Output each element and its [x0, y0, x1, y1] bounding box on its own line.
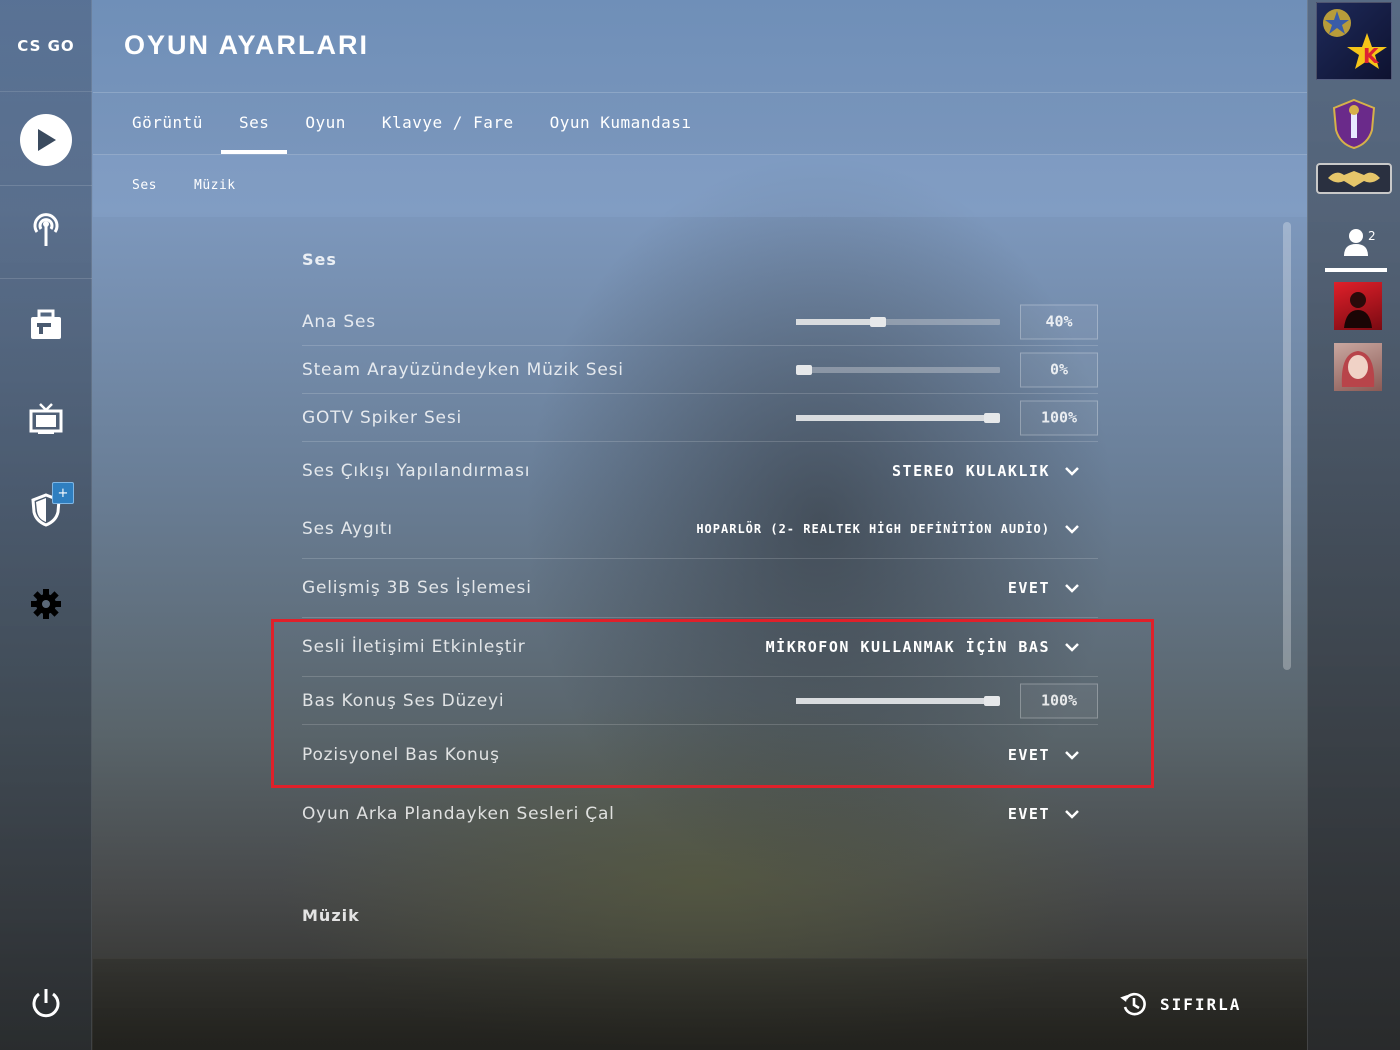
section-title-sound: Ses: [302, 250, 337, 269]
tab-controller[interactable]: Oyun Kumandası: [532, 92, 710, 154]
slider-thumb[interactable]: [984, 412, 1000, 423]
dropdown-value: EVET: [1007, 579, 1050, 597]
dropdown-value: STEREO KULAKLIK: [892, 462, 1050, 480]
settings-tabs: Görüntü Ses Oyun Klavye / Fare Oyun Kuma…: [114, 92, 709, 154]
power-icon: [32, 989, 60, 1018]
advanced-3d-audio-dropdown[interactable]: EVET: [1008, 579, 1080, 597]
master-volume-value[interactable]: 40%: [1020, 304, 1098, 339]
watch-button[interactable]: [0, 384, 92, 454]
chevron-down-icon: [1065, 525, 1079, 534]
friend-avatar[interactable]: [1334, 343, 1382, 391]
audio-output-dropdown[interactable]: STEREO KULAKLIK: [892, 462, 1080, 480]
new-item-badge: +: [52, 482, 74, 504]
page-title: OYUN AYARLARI: [124, 30, 370, 60]
highlight-box: [271, 619, 1154, 788]
setting-label: Ses Çıkışı Yapılandırması: [302, 461, 531, 481]
subtab-music[interactable]: Müzik: [194, 178, 236, 193]
eagle-rank-icon: [1316, 163, 1392, 194]
dropdown-value: HOPARLÖR (2- REALTEK HİGH DEFİNİTİON AUD…: [696, 522, 1050, 536]
setting-row-advanced-3d-audio: Gelişmiş 3B Ses İşlemesi EVET: [302, 559, 1098, 618]
tab-game[interactable]: Oyun: [287, 92, 364, 154]
subtab-sound[interactable]: Ses: [132, 178, 157, 193]
play-sounds-background-dropdown[interactable]: EVET: [1008, 805, 1080, 823]
setting-row-gotv-caster-volume: GOTV Spiker Sesi 100%: [302, 394, 1098, 442]
setting-row-audio-output: Ses Çıkışı Yapılandırması STEREO KULAKLI…: [302, 442, 1098, 500]
reset-button[interactable]: SIFIRLA: [1120, 990, 1241, 1018]
csgo-logo[interactable]: CS GO: [0, 0, 92, 92]
steam-music-volume-slider[interactable]: [796, 364, 1000, 375]
reset-label: SIFIRLA: [1160, 994, 1242, 1014]
setting-label: Ses Aygıtı: [302, 519, 393, 539]
steam-music-volume-value[interactable]: 0%: [1020, 352, 1098, 387]
broadcast-icon: [33, 213, 59, 246]
gotv-caster-volume-slider[interactable]: [796, 412, 1000, 423]
tv-icon: [29, 403, 63, 434]
gear-icon: [31, 589, 61, 619]
avatar-image-icon: [1344, 292, 1372, 328]
setting-row-audio-device: Ses Aygıtı HOPARLÖR (2- REALTEK HİGH DEF…: [302, 500, 1098, 559]
left-nav: CS GO +: [0, 0, 92, 1050]
inventory-button[interactable]: [0, 290, 92, 360]
audio-device-dropdown[interactable]: HOPARLÖR (2- REALTEK HİGH DEFİNİTİON AUD…: [696, 522, 1080, 536]
play-button[interactable]: [0, 105, 92, 175]
dropdown-value: EVET: [1007, 804, 1050, 823]
section-title-music: Müzik: [302, 906, 360, 925]
friends-tab-indicator: [1325, 268, 1387, 272]
profile-rank-badge[interactable]: K: [1316, 2, 1392, 80]
setting-label: GOTV Spiker Sesi: [302, 407, 462, 428]
friends-button[interactable]: [1342, 227, 1370, 261]
friends-icon: [1344, 229, 1368, 256]
gotv-caster-volume-value[interactable]: 100%: [1020, 400, 1098, 435]
tab-sound[interactable]: Ses: [220, 92, 288, 154]
play-icon: [20, 114, 72, 166]
right-panel: [1307, 0, 1400, 1050]
chevron-down-icon: [1065, 467, 1079, 476]
watch-broadcast-button[interactable]: [0, 195, 92, 265]
setting-label: Steam Arayüzündeyken Müzik Sesi: [302, 359, 624, 380]
service-medal-icon: K: [1323, 9, 1387, 69]
scrollbar[interactable]: [1283, 222, 1291, 670]
slider-thumb[interactable]: [796, 364, 812, 375]
skill-group-badge[interactable]: [1316, 163, 1392, 198]
setting-label: Ana Ses: [302, 311, 376, 332]
missions-button[interactable]: [0, 475, 92, 545]
svg-text:K: K: [1363, 44, 1380, 68]
friend-avatar[interactable]: [1334, 282, 1382, 330]
inventory-icon: [31, 309, 61, 339]
avatar-image-icon: [1341, 351, 1375, 387]
level-badge[interactable]: [1328, 96, 1380, 156]
tab-keyboard-mouse[interactable]: Klavye / Fare: [364, 92, 532, 154]
setting-label: Oyun Arka Plandayken Sesleri Çal: [302, 803, 615, 824]
power-button[interactable]: [0, 968, 92, 1038]
history-icon: [1120, 992, 1146, 1016]
subtab-bar: [93, 155, 1307, 217]
master-volume-slider[interactable]: [796, 316, 1000, 327]
tab-display[interactable]: Görüntü: [114, 92, 221, 154]
friend-count: 2: [1368, 229, 1376, 243]
chevron-down-icon: [1065, 809, 1079, 819]
setting-label: Gelişmiş 3B Ses İşlemesi: [302, 578, 532, 598]
settings-button[interactable]: [0, 569, 92, 639]
rank-emblem-icon: [1332, 98, 1376, 150]
slider-thumb[interactable]: [869, 316, 886, 327]
setting-row-play-sounds-background: Oyun Arka Plandayken Sesleri Çal EVET: [302, 784, 1098, 843]
setting-row-master-volume: Ana Ses 40%: [302, 298, 1098, 346]
chevron-down-icon: [1065, 584, 1079, 593]
setting-row-steam-music-volume: Steam Arayüzündeyken Müzik Sesi 0%: [302, 346, 1098, 394]
